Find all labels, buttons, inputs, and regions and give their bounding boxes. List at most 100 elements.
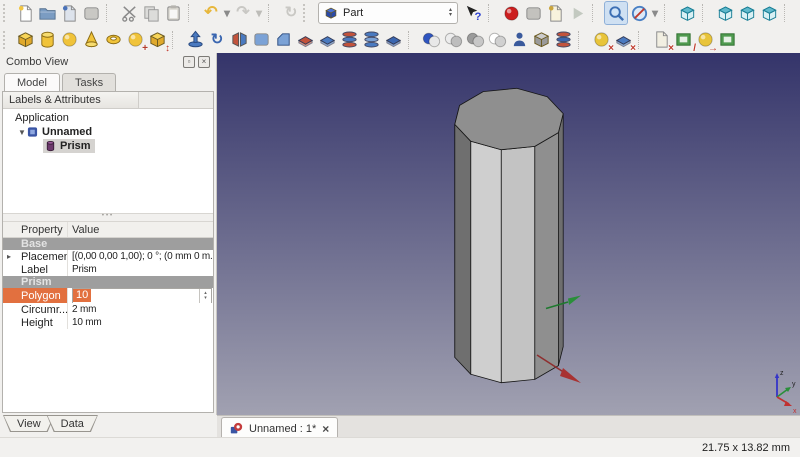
polygon-spinbox[interactable]: 10 ▴ ▾ — [72, 288, 212, 303]
panel-float-icon[interactable]: ▫ — [183, 56, 195, 68]
expand-arrow-icon[interactable]: ▼ — [17, 128, 27, 137]
part-union-icon[interactable] — [464, 29, 486, 51]
panel-splitter[interactable]: ••• — [3, 213, 213, 222]
part-sweep-icon[interactable] — [360, 29, 382, 51]
part-cylinder-icon[interactable] — [36, 29, 58, 51]
sketch-validate-icon[interactable]: × — [650, 29, 674, 54]
toolbar-separator — [578, 30, 587, 49]
property-label-circumr[interactable]: Circumr... — [3, 303, 68, 316]
spinbox-arrows-icon[interactable]: ▴ ▾ — [199, 288, 211, 303]
tab-tasks[interactable]: Tasks — [61, 73, 117, 91]
paste-icon[interactable] — [162, 2, 184, 24]
part-makeface-icon[interactable] — [294, 29, 316, 51]
part-cross-sections-icon[interactable] — [552, 29, 574, 51]
3d-viewport[interactable]: z y x — [217, 53, 800, 415]
part-compound-icon[interactable] — [530, 29, 552, 51]
property-row-placement[interactable]: ▸ Placement [(0,00 0,00 1,00); 0 °; (0 mm … — [3, 250, 213, 263]
property-group-prism[interactable]: Prism — [3, 276, 213, 288]
defeaturing-icon[interactable]: / — [672, 29, 696, 54]
expander-icon[interactable]: ▸ — [7, 252, 11, 261]
view-axonometric-icon[interactable] — [676, 2, 698, 24]
redo-icon[interactable]: ↷ — [232, 2, 254, 24]
combo-spinner-icon[interactable]: ▴ ▾ — [449, 7, 452, 18]
view-front-icon[interactable] — [714, 2, 736, 24]
view-right-icon[interactable] — [758, 2, 780, 24]
part-fillet-icon[interactable] — [250, 29, 272, 51]
part-loft-icon[interactable] — [338, 29, 360, 51]
part-check-shape-icon[interactable] — [508, 29, 530, 51]
status-bar: 21.75 x 13.82 mm — [0, 437, 800, 457]
part-boolean-icon[interactable] — [420, 29, 442, 51]
save-file-icon[interactable] — [58, 2, 80, 24]
cut-icon[interactable] — [118, 2, 140, 24]
part-extrude-icon[interactable] — [184, 29, 206, 51]
draw-style-icon[interactable] — [628, 2, 650, 24]
check-geometry-icon[interactable]: × — [590, 29, 614, 54]
combo-view-titlebar[interactable]: Combo View ▫ × — [0, 53, 216, 70]
refine-shape-icon[interactable]: × — [612, 29, 636, 54]
property-label-height[interactable]: Height — [3, 316, 68, 329]
workbench-selector[interactable]: Part ▴ ▾ — [318, 2, 458, 24]
property-row-label[interactable]: Label Prism — [3, 263, 213, 276]
tree-column-header[interactable]: Labels & Attributes — [3, 92, 213, 109]
part-box-icon[interactable] — [14, 29, 36, 51]
property-value-label[interactable]: Prism — [68, 263, 213, 276]
undo-icon[interactable]: ↶ — [200, 2, 222, 24]
part-mirror-icon[interactable] — [228, 29, 250, 51]
copy-icon[interactable] — [140, 2, 162, 24]
zoom-fit-all-icon[interactable] — [604, 1, 628, 25]
tree-item-prism[interactable]: Prism — [3, 139, 213, 153]
property-value-placement[interactable]: [(0,00 0,00 1,00); 0 °; (0 mm 0 m... — [68, 250, 213, 263]
tab-view[interactable]: View — [3, 415, 55, 432]
part-common-icon[interactable] — [486, 29, 508, 51]
undo-dropdown-icon[interactable]: ▾ — [222, 2, 232, 24]
property-row-height[interactable]: Height 10 mm — [3, 316, 213, 329]
part-sphere-icon[interactable] — [58, 29, 80, 51]
property-value-circumr[interactable]: 2 mm — [68, 303, 213, 316]
part-torus-icon[interactable] — [102, 29, 124, 51]
view-top-icon[interactable] — [736, 2, 758, 24]
property-row-circumr[interactable]: Circumr... 2 mm — [3, 303, 213, 316]
tree-item-unnamed-document[interactable]: ▼ Unnamed — [3, 125, 213, 139]
property-row-polygon[interactable]: Polygon 10 ▴ ▾ — [3, 288, 213, 303]
column-header-property[interactable]: Property — [3, 222, 68, 237]
view-rear-icon[interactable] — [796, 2, 800, 24]
property-value-polygon[interactable]: 10 ▴ ▾ — [68, 288, 213, 303]
redo-dropdown-icon[interactable]: ▾ — [254, 2, 264, 24]
macro-record-icon[interactable] — [500, 2, 522, 24]
tab-model[interactable]: Model — [4, 73, 60, 91]
hole-removal-icon[interactable]: → — [694, 29, 718, 54]
whats-this-icon[interactable]: ? — [462, 2, 484, 24]
property-value-height[interactable]: 10 mm — [68, 316, 213, 329]
toolbar-separator — [408, 30, 417, 49]
draw-style-dropdown-icon[interactable]: ▾ — [650, 2, 660, 24]
part-cone-icon[interactable] — [80, 29, 102, 51]
toolbar-drag-handle — [303, 4, 310, 22]
part-chamfer-icon[interactable] — [272, 29, 294, 51]
property-label-label[interactable]: Label — [3, 263, 68, 276]
tree-item-application[interactable]: Application — [3, 111, 213, 125]
part-ruledsurface-icon[interactable] — [316, 29, 338, 51]
property-label-polygon[interactable]: Polygon — [3, 288, 68, 303]
open-file-icon[interactable] — [36, 2, 58, 24]
defeaturing-panel-icon[interactable] — [716, 29, 738, 51]
tab-close-icon[interactable]: × — [322, 423, 329, 435]
document-tab-unnamed[interactable]: Unnamed : 1* × — [221, 417, 339, 439]
part-primitives-icon[interactable]: ↕ — [146, 29, 170, 54]
property-group-base[interactable]: Base — [3, 238, 213, 250]
new-file-icon[interactable] — [14, 2, 36, 24]
print-icon[interactable] — [80, 2, 102, 24]
part-shapebuilder-icon[interactable]: + — [124, 29, 148, 54]
part-cut-icon[interactable] — [442, 29, 464, 51]
part-section-icon[interactable] — [382, 29, 404, 51]
property-label-placement[interactable]: ▸ Placement — [3, 250, 68, 263]
tab-data[interactable]: Data — [47, 415, 98, 432]
prism-3d-object[interactable] — [454, 87, 564, 384]
macro-stop-icon[interactable] — [522, 2, 544, 24]
refresh-icon[interactable]: ↻ — [280, 2, 302, 24]
column-header-value[interactable]: Value — [68, 222, 213, 237]
panel-close-icon[interactable]: × — [198, 56, 210, 68]
macro-edit-icon[interactable] — [544, 2, 566, 24]
part-revolve-icon[interactable]: ↻ — [206, 29, 228, 51]
macro-play-icon[interactable] — [566, 2, 588, 24]
